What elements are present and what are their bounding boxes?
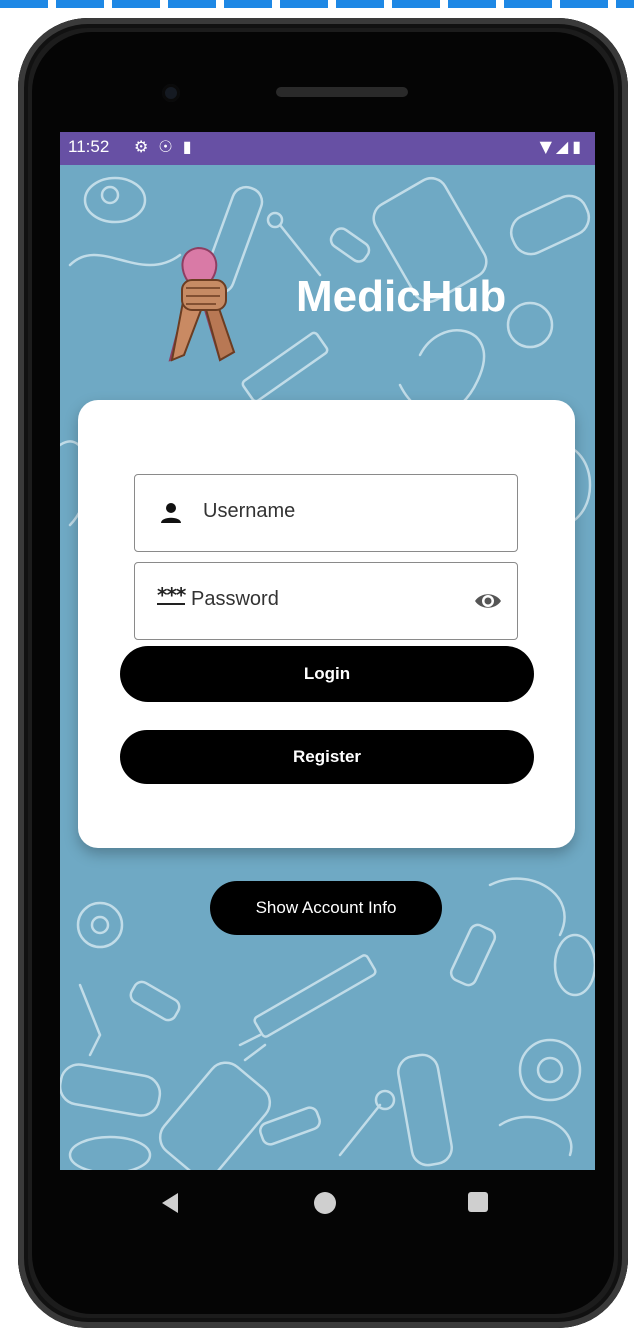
earpiece-speaker [276,87,408,97]
home-icon[interactable] [314,1192,336,1214]
show-account-info-button[interactable]: Show Account Info [210,881,442,935]
signal-icon: ◢ [555,137,573,156]
status-left-icons: ⚙☉▮ [134,137,202,156]
back-icon[interactable] [160,1192,180,1214]
android-nav-bar [60,1170,595,1240]
top-border-decoration [0,0,634,8]
gear-icon: ⚙ [134,137,159,156]
login-card: Username *** Password Login Register [78,400,575,848]
register-button[interactable]: Register [120,730,534,784]
password-field[interactable]: *** Password [134,562,518,640]
usb-icon: ☉ [158,137,183,156]
status-time: 11:52 [68,137,110,156]
login-button[interactable]: Login [120,646,534,702]
username-placeholder: Username [203,500,296,522]
status-right-icons: ▼◢▮ [540,137,585,156]
username-field[interactable]: Username [134,474,518,552]
battery-icon: ▮ [572,137,585,156]
awareness-ribbon-fist-icon [168,246,236,362]
password-placeholder: Password [191,588,279,610]
status-bar: 11:52 ⚙☉▮ ▼◢▮ [60,132,595,165]
password-mask-icon: *** [157,583,186,607]
recents-icon[interactable] [468,1192,488,1212]
eye-icon[interactable] [473,589,503,613]
sd-card-icon: ▮ [182,137,202,156]
front-camera [162,84,180,102]
person-icon [161,503,181,523]
app-screen: 11:52 ⚙☉▮ ▼◢▮ MedicHub Username *** Pass… [60,132,595,1170]
app-title: MedicHub [296,272,507,321]
wifi-icon: ▼ [539,137,556,156]
